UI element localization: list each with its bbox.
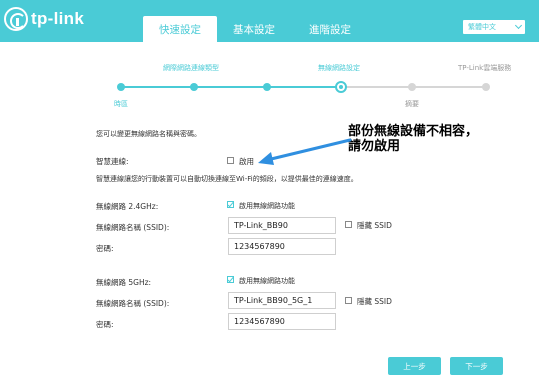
band24-ssid-label: 無線網路名稱 (SSID): — [96, 223, 170, 232]
band5-ssid-value: TP-Link_BB90_5G_1 — [234, 296, 313, 305]
logo-text: tp-link — [31, 9, 85, 28]
band24-password-input[interactable]: 1234567890 — [228, 238, 336, 255]
step-label-timezone: 時區 — [114, 100, 128, 108]
step-dot-wireless-current — [335, 81, 347, 93]
smart-connect-description: 智慧連線讓您的行動裝置可以自動切換連線至Wi-Fi的頻段，以提供最佳的連線速度。 — [96, 175, 358, 183]
step-label-cloud: TP-Link雲端服務 — [458, 64, 512, 72]
tp-link-logo: tp-link — [4, 6, 84, 32]
back-button[interactable]: 上一步 — [388, 357, 441, 375]
step-dot-timezone — [117, 83, 125, 91]
annotation-note: 部份無線設備不相容， 請勿啟用 — [348, 124, 478, 154]
band24-hide-ssid-label: 隱藏 SSID — [357, 221, 392, 230]
language-select-value: 繁體中文 — [468, 23, 496, 31]
band24-password-label: 密碼: — [96, 244, 114, 253]
smart-connect-checkbox[interactable] — [227, 157, 234, 164]
band5-enable-label: 啟用無線網路功能 — [239, 277, 295, 285]
band5-hide-ssid-label: 隱藏 SSID — [357, 297, 392, 306]
band24-label: 無線網路 2.4GHz: — [96, 202, 159, 211]
tp-link-logo-icon — [4, 7, 28, 31]
language-select[interactable]: 繁體中文 — [463, 20, 525, 34]
step-dot-summary — [408, 83, 416, 91]
step-dot — [263, 83, 271, 91]
annotation-line-2: 請勿啟用 — [348, 139, 401, 154]
band5-hide-ssid-checkbox[interactable] — [345, 297, 352, 304]
smart-connect-option-label: 啟用 — [239, 157, 254, 166]
band24-ssid-value: TP-Link_BB90 — [234, 221, 288, 230]
annotation-arrow-icon — [258, 138, 352, 165]
smart-connect-label: 智慧連線: — [96, 157, 129, 166]
step-dot-cloud — [482, 83, 490, 91]
top-navigation-bar: tp-link 快速設定 基本設定 進階設定 繁體中文 — [0, 0, 539, 42]
annotation-line-1: 部份無線設備不相容， — [348, 124, 479, 139]
band5-label: 無線網路 5GHz: — [96, 278, 152, 287]
band24-hide-ssid-checkbox[interactable] — [345, 221, 352, 228]
band5-enable-checkbox[interactable] — [227, 276, 234, 283]
progress-track-done — [120, 86, 341, 88]
tab-basic-settings[interactable]: 基本設定 — [222, 16, 286, 42]
band24-ssid-input[interactable]: TP-Link_BB90 — [228, 217, 336, 234]
tab-advanced-settings[interactable]: 進階設定 — [298, 16, 362, 42]
step-label-wireless: 無線網路設定 — [318, 64, 360, 72]
band5-ssid-label: 無線網路名稱 (SSID): — [96, 299, 170, 308]
band24-password-value: 1234567890 — [234, 242, 285, 251]
band5-password-input[interactable]: 1234567890 — [228, 313, 336, 330]
chevron-down-icon — [514, 21, 523, 30]
band24-enable-checkbox[interactable] — [227, 201, 234, 208]
step-label-summary: 摘要 — [405, 100, 419, 108]
tab-quick-setup[interactable]: 快速設定 — [143, 16, 217, 42]
band5-password-value: 1234567890 — [234, 317, 285, 326]
intro-text: 您可以變更無線網路名稱與密碼。 — [96, 130, 201, 138]
band5-password-label: 密碼: — [96, 320, 114, 329]
setup-progress: 網際網路連線類型 無線網路設定 TP-Link雲端服務 時區 摘要 — [0, 55, 539, 115]
next-button[interactable]: 下一步 — [450, 357, 503, 375]
band24-enable-label: 啟用無線網路功能 — [239, 202, 295, 210]
band5-ssid-input[interactable]: TP-Link_BB90_5G_1 — [228, 292, 336, 309]
step-label-internet-type: 網際網路連線類型 — [163, 64, 219, 72]
step-dot-internet-type — [190, 83, 198, 91]
